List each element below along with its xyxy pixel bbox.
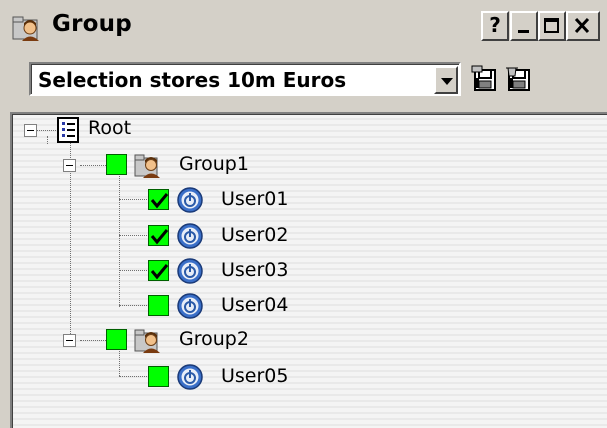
minimize-button[interactable] bbox=[510, 11, 538, 41]
root-list-icon bbox=[57, 117, 79, 143]
maximize-button[interactable] bbox=[538, 11, 566, 41]
group1-checkbox[interactable] bbox=[106, 154, 127, 175]
user05-checkbox[interactable] bbox=[148, 366, 169, 387]
checkmark-icon bbox=[150, 193, 169, 209]
help-button[interactable]: ? bbox=[481, 11, 509, 41]
user-power-icon bbox=[177, 187, 203, 213]
group2-label[interactable]: Group2 bbox=[179, 328, 249, 350]
maximize-icon bbox=[544, 18, 559, 33]
user01-checkbox[interactable] bbox=[148, 189, 169, 210]
user04-checkbox[interactable] bbox=[148, 295, 169, 316]
group1-collapse-toggle[interactable] bbox=[63, 159, 76, 172]
window-title: Group bbox=[52, 11, 132, 37]
selection-value: Selection stores 10m Euros bbox=[38, 68, 347, 92]
tree-view[interactable]: Root Group1 User01 User02 User03 User04 … bbox=[10, 112, 607, 428]
root-collapse-toggle[interactable] bbox=[24, 124, 37, 137]
checkmark-icon bbox=[150, 229, 169, 245]
user-power-icon bbox=[177, 293, 203, 319]
tree-root-label[interactable]: Root bbox=[88, 117, 131, 139]
user03-label[interactable]: User03 bbox=[221, 259, 288, 281]
user-power-icon bbox=[177, 258, 203, 284]
user01-label[interactable]: User01 bbox=[221, 188, 288, 210]
close-button[interactable] bbox=[566, 11, 600, 41]
group2-checkbox[interactable] bbox=[106, 329, 127, 350]
checkmark-icon bbox=[150, 264, 169, 280]
dropdown-arrow-button[interactable] bbox=[434, 66, 458, 94]
user04-label[interactable]: User04 bbox=[221, 294, 288, 316]
user02-checkbox[interactable] bbox=[148, 225, 169, 246]
user-power-icon bbox=[177, 223, 203, 249]
user03-checkbox[interactable] bbox=[148, 260, 169, 281]
group-folder-icon bbox=[134, 329, 160, 353]
delete-icon[interactable] bbox=[504, 64, 534, 94]
title-bar[interactable]: Group ? bbox=[0, 0, 607, 56]
group1-label[interactable]: Group1 bbox=[179, 153, 249, 175]
user-power-icon bbox=[177, 364, 203, 390]
user02-label[interactable]: User02 bbox=[221, 224, 288, 246]
save-icon[interactable] bbox=[470, 64, 500, 94]
group-folder-icon bbox=[134, 154, 160, 178]
minimize-icon bbox=[518, 30, 529, 33]
user05-label[interactable]: User05 bbox=[221, 365, 288, 387]
selection-dropdown[interactable]: Selection stores 10m Euros bbox=[29, 62, 461, 96]
close-icon bbox=[574, 17, 590, 34]
group-folder-icon bbox=[12, 16, 39, 41]
group2-collapse-toggle[interactable] bbox=[63, 334, 76, 347]
